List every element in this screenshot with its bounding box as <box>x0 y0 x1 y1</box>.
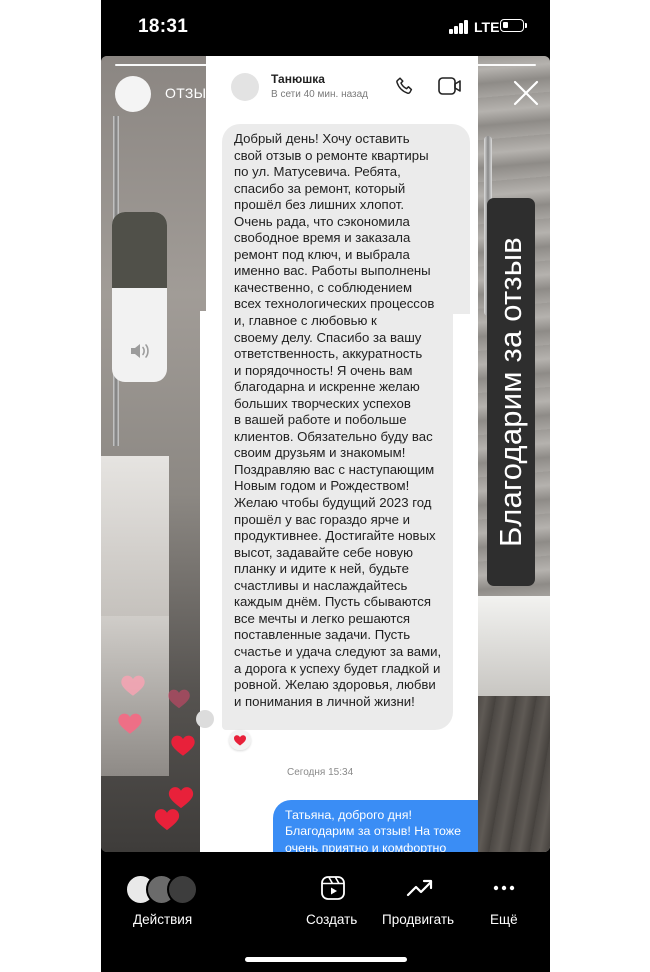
chat-contact-avatar <box>231 73 259 101</box>
promote-button[interactable]: Продвигать <box>382 912 454 927</box>
network-type: LTE <box>474 19 500 35</box>
hearts-decoration <box>118 675 195 831</box>
close-icon[interactable] <box>511 78 541 108</box>
story-bottom-bar: Действия Создать Продвигать Ещё <box>101 852 550 972</box>
home-indicator[interactable] <box>245 957 407 962</box>
heart-icon <box>121 675 145 696</box>
chat-timestamp: Сегодня 15:34 <box>287 767 354 778</box>
more-dots-icon[interactable] <box>492 874 516 902</box>
phone-screen: 18:31 LTE ОТЗЫВЫ 2ч Танюшка В сети 40 ми… <box>101 0 550 972</box>
status-time: 18:31 <box>138 16 189 37</box>
more-button[interactable]: Ещё <box>490 912 518 927</box>
caption-text: Благодарим за отзыв <box>493 237 528 547</box>
video-call-icon <box>438 77 461 95</box>
heart-icon <box>171 735 195 756</box>
create-button[interactable]: Создать <box>306 912 357 927</box>
heart-icon <box>168 689 190 709</box>
heart-icon <box>168 787 194 809</box>
status-bar: 18:31 LTE <box>101 0 550 56</box>
story-viewer[interactable]: ОТЗЫВЫ 2ч Танюшка В сети 40 мин. назад Д… <box>101 56 550 852</box>
viewer-avatar <box>167 874 198 905</box>
message-reaction <box>229 730 251 750</box>
phone-icon <box>396 77 413 94</box>
battery-tip <box>525 23 527 28</box>
reels-icon[interactable] <box>319 874 347 902</box>
chat-contact-name: Танюшка <box>271 72 325 86</box>
trend-up-icon[interactable] <box>405 874 435 902</box>
outgoing-message-text: Татьяна, доброго дня! Благодарим за отзы… <box>285 808 461 852</box>
incoming-message-text: Добрый день! Хочу оставить свой отзыв о … <box>234 131 442 709</box>
background-floor <box>476 696 550 852</box>
activity-viewers-avatars[interactable] <box>125 874 205 905</box>
chat-contact-status: В сети 40 мин. назад <box>271 89 369 100</box>
signal-icon <box>449 20 469 34</box>
battery-icon <box>500 19 524 32</box>
heart-icon <box>154 809 180 831</box>
activity-button[interactable]: Действия <box>133 912 192 927</box>
background-bathtub <box>476 596 550 696</box>
heart-icon <box>118 713 142 734</box>
heart-reaction-icon <box>234 735 246 746</box>
